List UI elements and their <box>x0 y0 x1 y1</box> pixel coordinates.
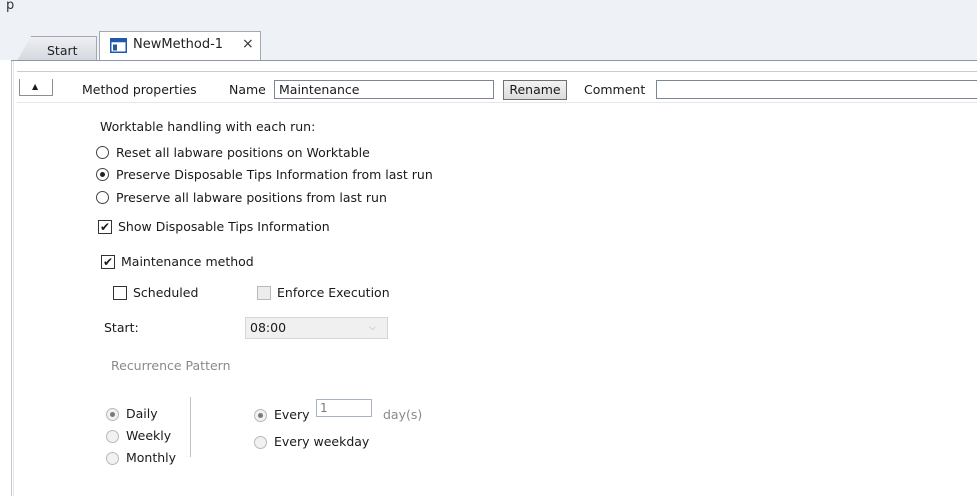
enforce-execution-label: Enforce Execution <box>277 285 390 300</box>
collapse-button[interactable]: ▲ <box>19 79 53 96</box>
preserve-tips-label[interactable]: Preserve Disposable Tips Information fro… <box>116 167 433 183</box>
scheduled-checkbox[interactable] <box>113 286 127 300</box>
days-unit-label: day(s) <box>383 407 423 422</box>
enforce-execution-checkbox <box>257 286 271 300</box>
window-corner-text: p <box>6 0 15 13</box>
recurrence-pattern-heading: Recurrence Pattern <box>111 358 231 373</box>
maintenance-method-checkbox[interactable]: ✔ <box>101 255 115 269</box>
monthly-radio <box>106 452 119 465</box>
reset-positions-radio[interactable] <box>96 146 109 159</box>
checkmark-icon: ✔ <box>99 220 111 234</box>
tab-start-label[interactable]: Start <box>47 43 78 59</box>
properties-header-top-border <box>17 71 977 72</box>
collapse-up-icon: ▲ <box>32 82 39 91</box>
preserve-tips-radio[interactable] <box>96 168 109 181</box>
panel-border <box>11 61 12 496</box>
preserve-all-label[interactable]: Preserve all labware positions from last… <box>116 190 387 206</box>
tab-strip-divider <box>11 60 977 61</box>
every-days-input: 1 <box>316 399 372 417</box>
preserve-all-radio[interactable] <box>96 191 109 204</box>
rename-button[interactable]: Rename <box>503 80 567 100</box>
comment-label: Comment <box>584 82 646 97</box>
start-time-value: 08:00 <box>250 320 287 335</box>
start-label: Start: <box>104 320 139 335</box>
every-weekday-radio <box>254 436 267 449</box>
maintenance-method-label[interactable]: Maintenance method <box>121 254 254 270</box>
properties-header-bottom-border <box>17 102 977 103</box>
pattern-divider <box>190 397 191 457</box>
every-label: Every <box>274 407 310 422</box>
close-icon[interactable]: × <box>242 36 254 52</box>
tab-newmethod-label[interactable]: NewMethod-1 <box>133 37 223 53</box>
every-n-days-radio <box>254 409 267 422</box>
name-input[interactable]: Maintenance <box>274 80 494 99</box>
every-weekday-label: Every weekday <box>274 434 370 449</box>
method-properties-label: Method properties <box>82 82 197 97</box>
name-label: Name <box>229 82 266 97</box>
daily-radio <box>106 408 119 421</box>
method-window-icon <box>110 38 127 53</box>
show-tips-label[interactable]: Show Disposable Tips Information <box>118 219 330 235</box>
scheduled-label[interactable]: Scheduled <box>133 285 198 301</box>
chevron-down-icon: ⌵ <box>369 323 376 333</box>
panel-border-inner <box>13 61 14 496</box>
weekly-radio <box>106 430 119 443</box>
worktable-heading: Worktable handling with each run: <box>100 119 316 134</box>
comment-input[interactable] <box>656 80 977 99</box>
checkmark-icon: ✔ <box>102 255 114 269</box>
show-tips-checkbox[interactable]: ✔ <box>98 220 112 234</box>
reset-positions-label[interactable]: Reset all labware positions on Worktable <box>116 145 370 161</box>
weekly-label: Weekly <box>126 428 172 443</box>
monthly-label: Monthly <box>126 450 177 465</box>
daily-label: Daily <box>126 406 158 421</box>
